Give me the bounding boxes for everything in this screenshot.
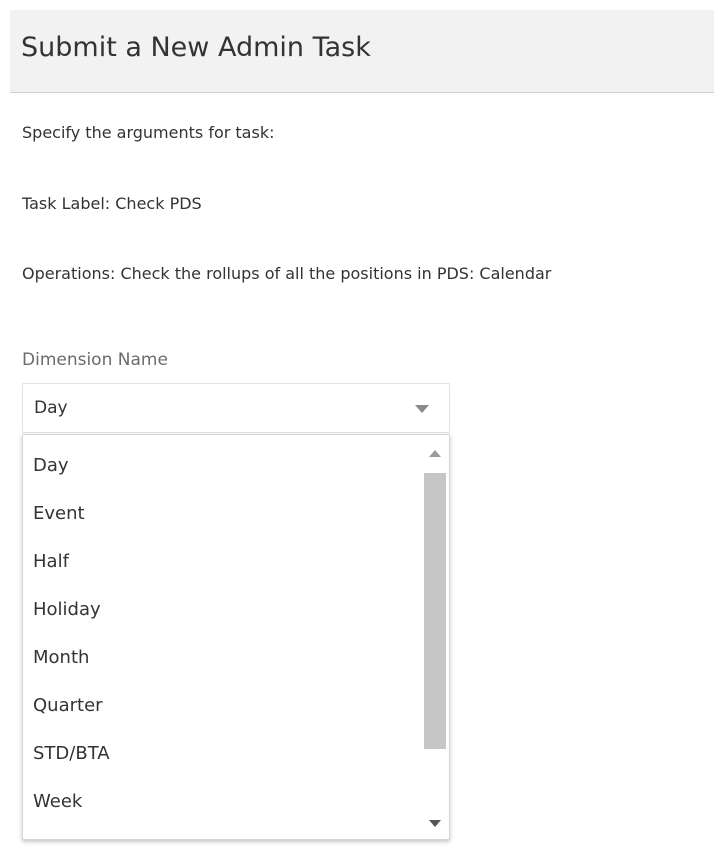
dialog-header: Submit a New Admin Task [10, 10, 714, 93]
operations-text: Operations: Check the rollups of all the… [22, 264, 552, 283]
instructions-text: Specify the arguments for task: [22, 123, 275, 142]
admin-task-page: Submit a New Admin Task Specify the argu… [0, 0, 714, 858]
scroll-down-arrow-icon[interactable] [429, 820, 441, 827]
dropdown-scrollbar[interactable] [423, 443, 447, 837]
scroll-up-arrow-icon[interactable] [429, 450, 441, 457]
dropdown-option-quarter[interactable]: Quarter [23, 682, 421, 730]
dropdown-option-day[interactable]: Day [23, 442, 421, 490]
scrollbar-thumb[interactable] [424, 473, 446, 749]
dropdown-option-month[interactable]: Month [23, 634, 421, 682]
dimension-name-select[interactable]: Day [22, 383, 450, 433]
dropdown-option-week[interactable]: Week [23, 778, 421, 826]
dropdown-option-half[interactable]: Half [23, 538, 421, 586]
chevron-down-icon[interactable] [415, 405, 429, 413]
dropdown-option-event[interactable]: Event [23, 490, 421, 538]
dimension-name-selected-value: Day [34, 398, 68, 418]
dimension-name-dropdown-list[interactable]: Day Event Half Holiday Month Quarter STD… [22, 434, 450, 840]
dropdown-option-std-bta[interactable]: STD/BTA [23, 730, 421, 778]
dropdown-option-holiday[interactable]: Holiday [23, 586, 421, 634]
dimension-name-label: Dimension Name [22, 350, 168, 370]
task-label-text: Task Label: Check PDS [22, 194, 202, 213]
page-title: Submit a New Admin Task [21, 32, 371, 63]
